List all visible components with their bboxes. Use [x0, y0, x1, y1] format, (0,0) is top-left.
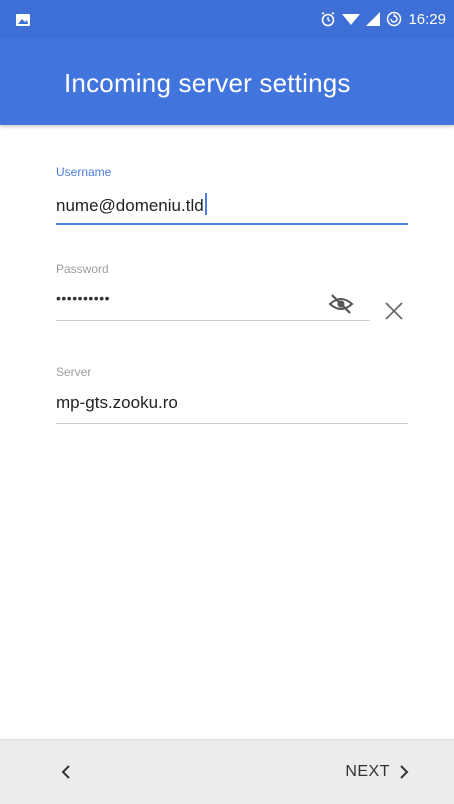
back-button[interactable]: [52, 758, 80, 786]
alarm-icon: [321, 11, 335, 27]
server-field[interactable]: Server mp-gts.zooku.ro: [56, 365, 408, 424]
app-bar: Incoming server settings: [0, 38, 454, 125]
sync-icon: [387, 11, 402, 27]
bottom-nav-bar: NEXT: [0, 739, 454, 804]
server-label: Server: [56, 365, 92, 379]
status-time: 16:29: [408, 10, 446, 28]
password-input[interactable]: ••••••••••: [56, 290, 370, 314]
username-underline: [56, 223, 408, 225]
image-notification-icon: [16, 14, 30, 26]
clear-icon[interactable]: [383, 300, 405, 322]
password-label: Password: [56, 262, 109, 276]
status-icons: 16:29: [320, 8, 446, 30]
status-bar: 16:29: [0, 0, 454, 38]
next-button[interactable]: NEXT: [345, 758, 410, 786]
username-value: nume@domeniu.tld: [56, 196, 204, 215]
password-underline: [56, 320, 370, 321]
page-title: Incoming server settings: [64, 68, 351, 98]
text-cursor: [204, 193, 207, 215]
next-button-label: NEXT: [345, 763, 390, 780]
server-underline: [56, 423, 408, 424]
username-label: Username: [56, 165, 112, 179]
wifi-icon: [342, 14, 361, 25]
password-field[interactable]: Password ••••••••••: [56, 262, 370, 321]
chevron-right-icon: [400, 765, 409, 779]
username-input[interactable]: nume@domeniu.tld: [56, 193, 408, 217]
username-field[interactable]: Username nume@domeniu.tld: [56, 165, 408, 225]
server-input[interactable]: mp-gts.zooku.ro: [56, 393, 408, 417]
signal-icon: [366, 12, 381, 26]
chevron-left-icon: [61, 765, 70, 779]
visibility-off-icon[interactable]: [328, 293, 354, 315]
